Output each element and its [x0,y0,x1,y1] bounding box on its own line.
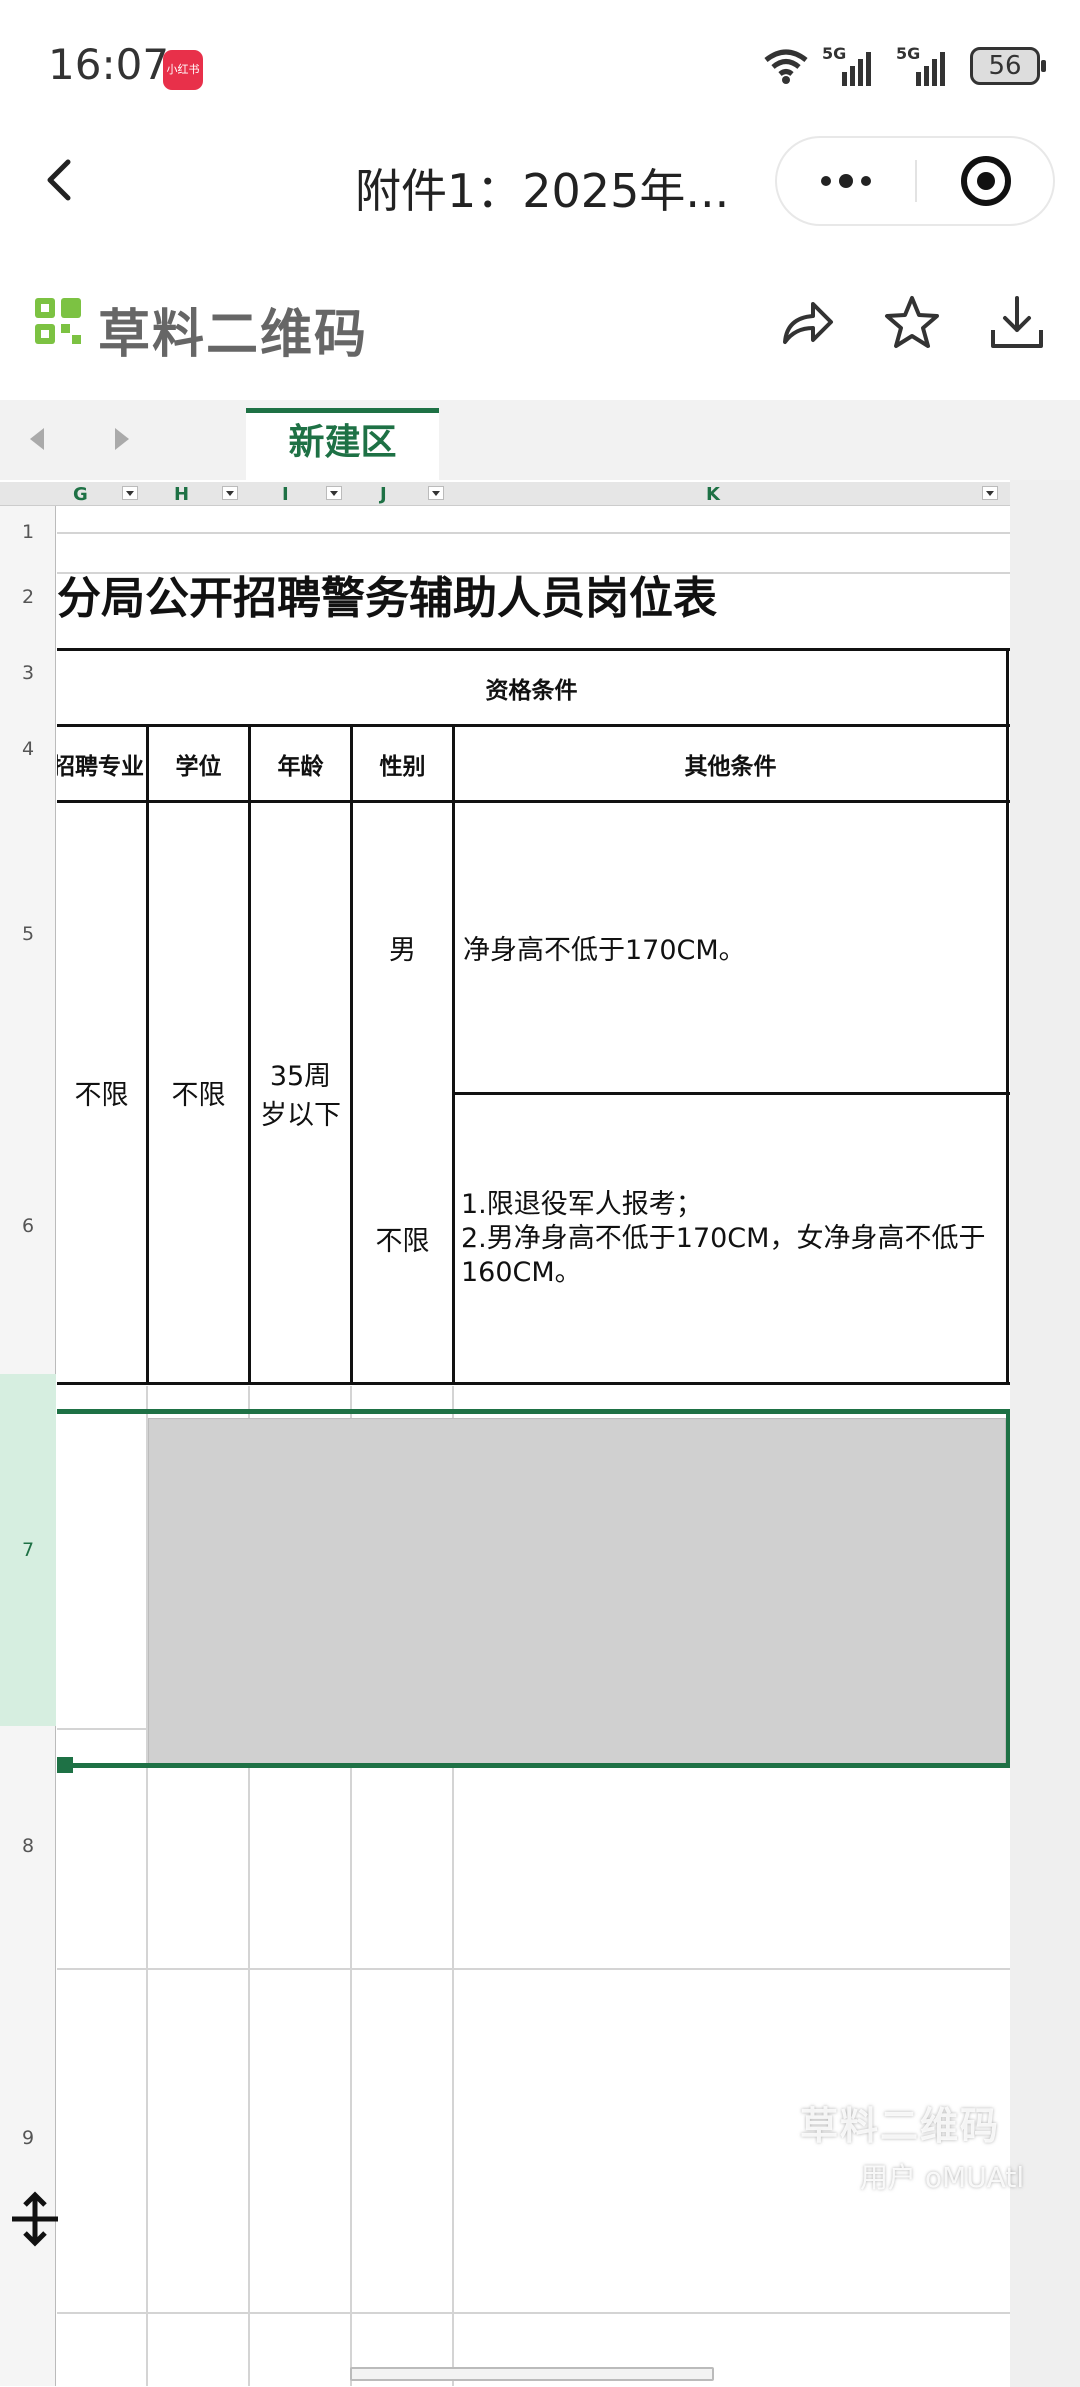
row-header[interactable]: 6 [0,1081,56,1371]
cell-other-row5[interactable]: 净身高不低于170CM。 [455,803,1006,1092]
download-button[interactable] [985,290,1049,354]
header-cell-other[interactable]: 其他条件 [455,727,1006,800]
status-bar: 16:07 小红书 5G 5G 56 [0,0,1080,120]
xiaohongshu-app-badge: 小红书 [163,50,203,90]
row-header[interactable]: 3 [0,636,56,711]
filter-dropdown-icon[interactable] [122,486,138,500]
wifi-icon [764,49,808,84]
nav-bar: 附件1：2025年... [0,120,1080,250]
tab-next-icon[interactable] [115,428,129,450]
brand-bar: 草料二维码 [0,250,1080,400]
chevron-left-icon [47,159,71,201]
filter-dropdown-icon[interactable] [326,486,342,500]
horizontal-scrollbar[interactable] [350,2367,714,2381]
cell-major[interactable]: 不限 [57,803,146,1382]
row-header[interactable]: 1 [0,506,56,558]
mini-program-capsule [775,136,1055,226]
column-header-j[interactable]: J [352,482,452,506]
cell-other-row6[interactable]: 1.限退役军人报考； 2.男净身高不低于170CM，女净身高不低于160CM。 [455,1095,1006,1382]
watermark: 草料二维码 用户 oMUAtl [800,2095,1024,2196]
header-cell-age[interactable]: 年龄 [251,727,350,800]
column-header-h[interactable]: H [148,482,248,506]
close-mini-program-button[interactable] [917,138,1055,224]
row-header-bar: 1 2 3 4 5 6 7 8 9 [0,506,56,2386]
more-button[interactable] [777,138,915,224]
sheet-tab-bar: 新建区 [0,400,1080,480]
star-icon [885,296,939,348]
column-header-i[interactable]: I [250,482,350,506]
column-header-g[interactable]: G [57,482,147,506]
group-header-cell[interactable]: 资格条件 [57,651,1006,724]
row-resize-cursor-icon[interactable] [10,2191,60,2247]
row-header-selected[interactable]: 7 [0,1374,56,1726]
cellular-signal-icon: 5G [896,44,958,86]
header-cell-major[interactable]: 招聘专业 [57,727,146,800]
share-button[interactable] [775,290,839,354]
filter-dropdown-icon[interactable] [428,486,444,500]
column-header-bar: G H I J K [0,482,1010,506]
header-cell-degree[interactable]: 学位 [149,727,248,800]
selected-range[interactable] [148,1418,1006,1768]
spreadsheet-view[interactable]: G H I J K 1 2 3 4 5 6 7 8 9 分局公开招聘警务辅助人员… [0,480,1080,2387]
cellular-signal-icon: 5G [822,44,884,86]
cell-age[interactable]: 35周岁以下 [251,803,350,1382]
more-icon [821,176,831,186]
filter-dropdown-icon[interactable] [222,486,238,500]
status-time: 16:07 [48,40,170,89]
row-header[interactable]: 5 [0,788,56,1080]
cell-other-row6-line1: 1.限退役军人报考； [461,1188,703,1220]
favorite-button[interactable] [880,290,944,354]
cell-gender-row6[interactable]: 不限 [353,1095,452,1382]
cell-degree[interactable]: 不限 [149,803,248,1382]
tab-prev-icon[interactable] [30,428,44,450]
battery-icon: 56 [970,47,1046,85]
selection-border [57,1763,1010,1768]
brand-name: 草料二维码 [98,305,369,365]
watermark-brand: 草料二维码 [800,2104,1001,2148]
status-icons: 5G 5G 56 [762,44,1046,88]
target-icon [961,156,1011,206]
row-header[interactable]: 4 [0,712,56,787]
cell-other-row6-line2: 2.男净身高不低于170CM，女净身高不低于160CM。 [461,1222,986,1288]
column-header-k[interactable]: K [454,482,1010,506]
filter-dropdown-icon[interactable] [982,486,998,500]
cell-gender-row5[interactable]: 男 [353,803,452,1092]
fill-handle[interactable] [57,1757,73,1773]
row-header[interactable]: 2 [0,560,56,635]
header-cell-gender[interactable]: 性别 [353,727,452,800]
share-icon [783,302,833,344]
row-header[interactable]: 8 [0,1728,56,1965]
sheet-title: 分局公开招聘警务辅助人员岗位表 [57,573,717,624]
watermark-user: 用户 oMUAtl [860,2161,1025,2194]
back-button[interactable] [30,150,90,210]
selection-border [57,1409,1010,1414]
row-header[interactable]: 9 [0,1966,56,2311]
sheet-tab-active[interactable]: 新建区 [246,408,439,480]
qr-logo-icon [35,298,81,344]
download-icon [991,296,1043,348]
page-title: 附件1：2025年... [355,164,730,218]
